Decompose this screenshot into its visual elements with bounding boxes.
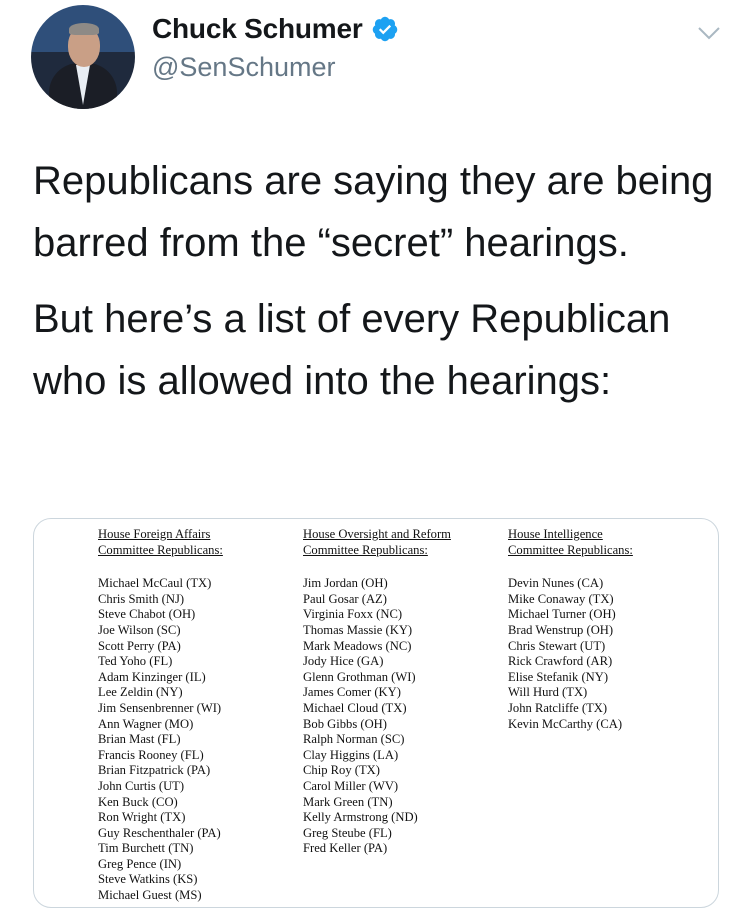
member-name: Ralph Norman (SC) [303,732,405,747]
member-name: Kevin McCarthy (CA) [508,716,623,731]
member-name: Michael Cloud (TX) [303,700,407,715]
column-header-line-1: House Oversight and Reform [303,527,451,541]
member-name: Scott Perry (PA) [98,638,181,653]
avatar[interactable] [31,5,135,109]
member-name: Fred Keller (PA) [303,841,388,856]
member-name: Ken Buck (CO) [98,794,178,809]
committee-column-foreign-affairs: House Foreign Affairs Committee Republic… [98,527,223,904]
member-name: Steve Watkins (KS) [98,872,198,887]
member-name: Mark Meadows (NC) [303,638,412,653]
member-name: Thomas Massie (KY) [303,622,413,637]
member-name: Brad Wenstrup (OH) [508,622,614,637]
member-name: Kelly Armstrong (ND) [303,810,418,825]
member-name: Michael Turner (OH) [508,607,616,622]
member-name: Francis Rooney (FL) [98,747,204,762]
display-name[interactable]: Chuck Schumer [152,13,363,45]
member-name: John Curtis (UT) [98,778,185,793]
user-handle[interactable]: @SenSchumer [152,52,336,83]
tweet-text: Republicans are saying they are being ba… [33,150,723,412]
member-name: Virginia Foxx (NC) [303,607,403,622]
verified-badge-icon [372,16,397,42]
column-header-line-2: Committee Republicans: [303,542,428,557]
member-name: Paul Gosar (AZ) [303,591,387,606]
member-name: Greg Steube (FL) [303,825,392,840]
column-header-line-1: House Foreign Affairs [98,527,211,541]
member-name: Brian Fitzpatrick (PA) [98,763,211,778]
member-name: Chris Stewart (UT) [508,638,606,653]
user-name-row[interactable]: Chuck Schumer [152,13,399,45]
member-name: Chip Roy (TX) [303,763,380,778]
member-name: Clay Higgins (LA) [303,747,399,762]
member-name: Ann Wagner (MO) [98,716,194,731]
member-name: Ted Yoho (FL) [98,654,173,669]
member-name: Jim Sensenbrenner (WI) [98,700,222,715]
member-name: Brian Mast (FL) [98,732,181,747]
member-name: Greg Pence (IN) [98,856,182,871]
member-name: John Ratcliffe (TX) [508,700,608,715]
member-name: Michael Guest (MS) [98,888,202,903]
column-header-line-1: House Intelligence [508,527,603,541]
member-name: Guy Reschenthaler (PA) [98,825,221,840]
committee-column-intelligence: House Intelligence Committee Republicans… [508,527,633,732]
member-name: Devin Nunes (CA) [508,576,604,591]
member-name: Glenn Grothman (WI) [303,669,416,684]
member-name: Carol Miller (WV) [303,778,399,793]
column-header-line-2: Committee Republicans: [508,542,633,557]
member-list: Devin Nunes (CA) Mike Conaway (TX) Michael… [508,576,633,732]
member-name: Elise Stefanik (NY) [508,669,609,684]
member-name: Jody Hice (GA) [303,654,384,669]
member-name: Adam Kinzinger (IL) [98,669,206,684]
member-name: Lee Zeldin (NY) [98,685,183,700]
member-name: Mark Green (TN) [303,794,393,809]
member-name: Michael McCaul (TX) [98,576,212,591]
member-list: Michael McCaul (TX) Chris Smith (NJ) Steve… [98,576,223,903]
member-name: Jim Jordan (OH) [303,576,388,591]
member-name: Mike Conaway (TX) [508,591,614,606]
member-name: Steve Chabot (OH) [98,607,196,622]
attached-image[interactable]: House Foreign Affairs Committee Republic… [33,518,719,908]
tweet-paragraph-1: Republicans are saying they are being ba… [33,159,714,265]
member-name: Will Hurd (TX) [508,685,588,700]
member-name: Joe Wilson (SC) [98,622,181,637]
member-list: Jim Jordan (OH) Paul Gosar (AZ) Virginia F… [303,576,451,857]
committee-column-oversight: House Oversight and Reform Committee Rep… [303,527,451,857]
member-name: Bob Gibbs (OH) [303,716,387,731]
member-name: Ron Wright (TX) [98,810,186,825]
member-name: Rick Crawford (AR) [508,654,613,669]
column-header-line-2: Committee Republicans: [98,542,223,557]
chevron-down-icon[interactable] [697,25,721,41]
member-name: James Comer (KY) [303,685,401,700]
member-name: Tim Burchett (TN) [98,841,194,856]
member-name: Chris Smith (NJ) [98,591,185,606]
avatar-hair [69,23,99,35]
tweet-paragraph-2: But here’s a list of every Republican wh… [33,297,671,403]
